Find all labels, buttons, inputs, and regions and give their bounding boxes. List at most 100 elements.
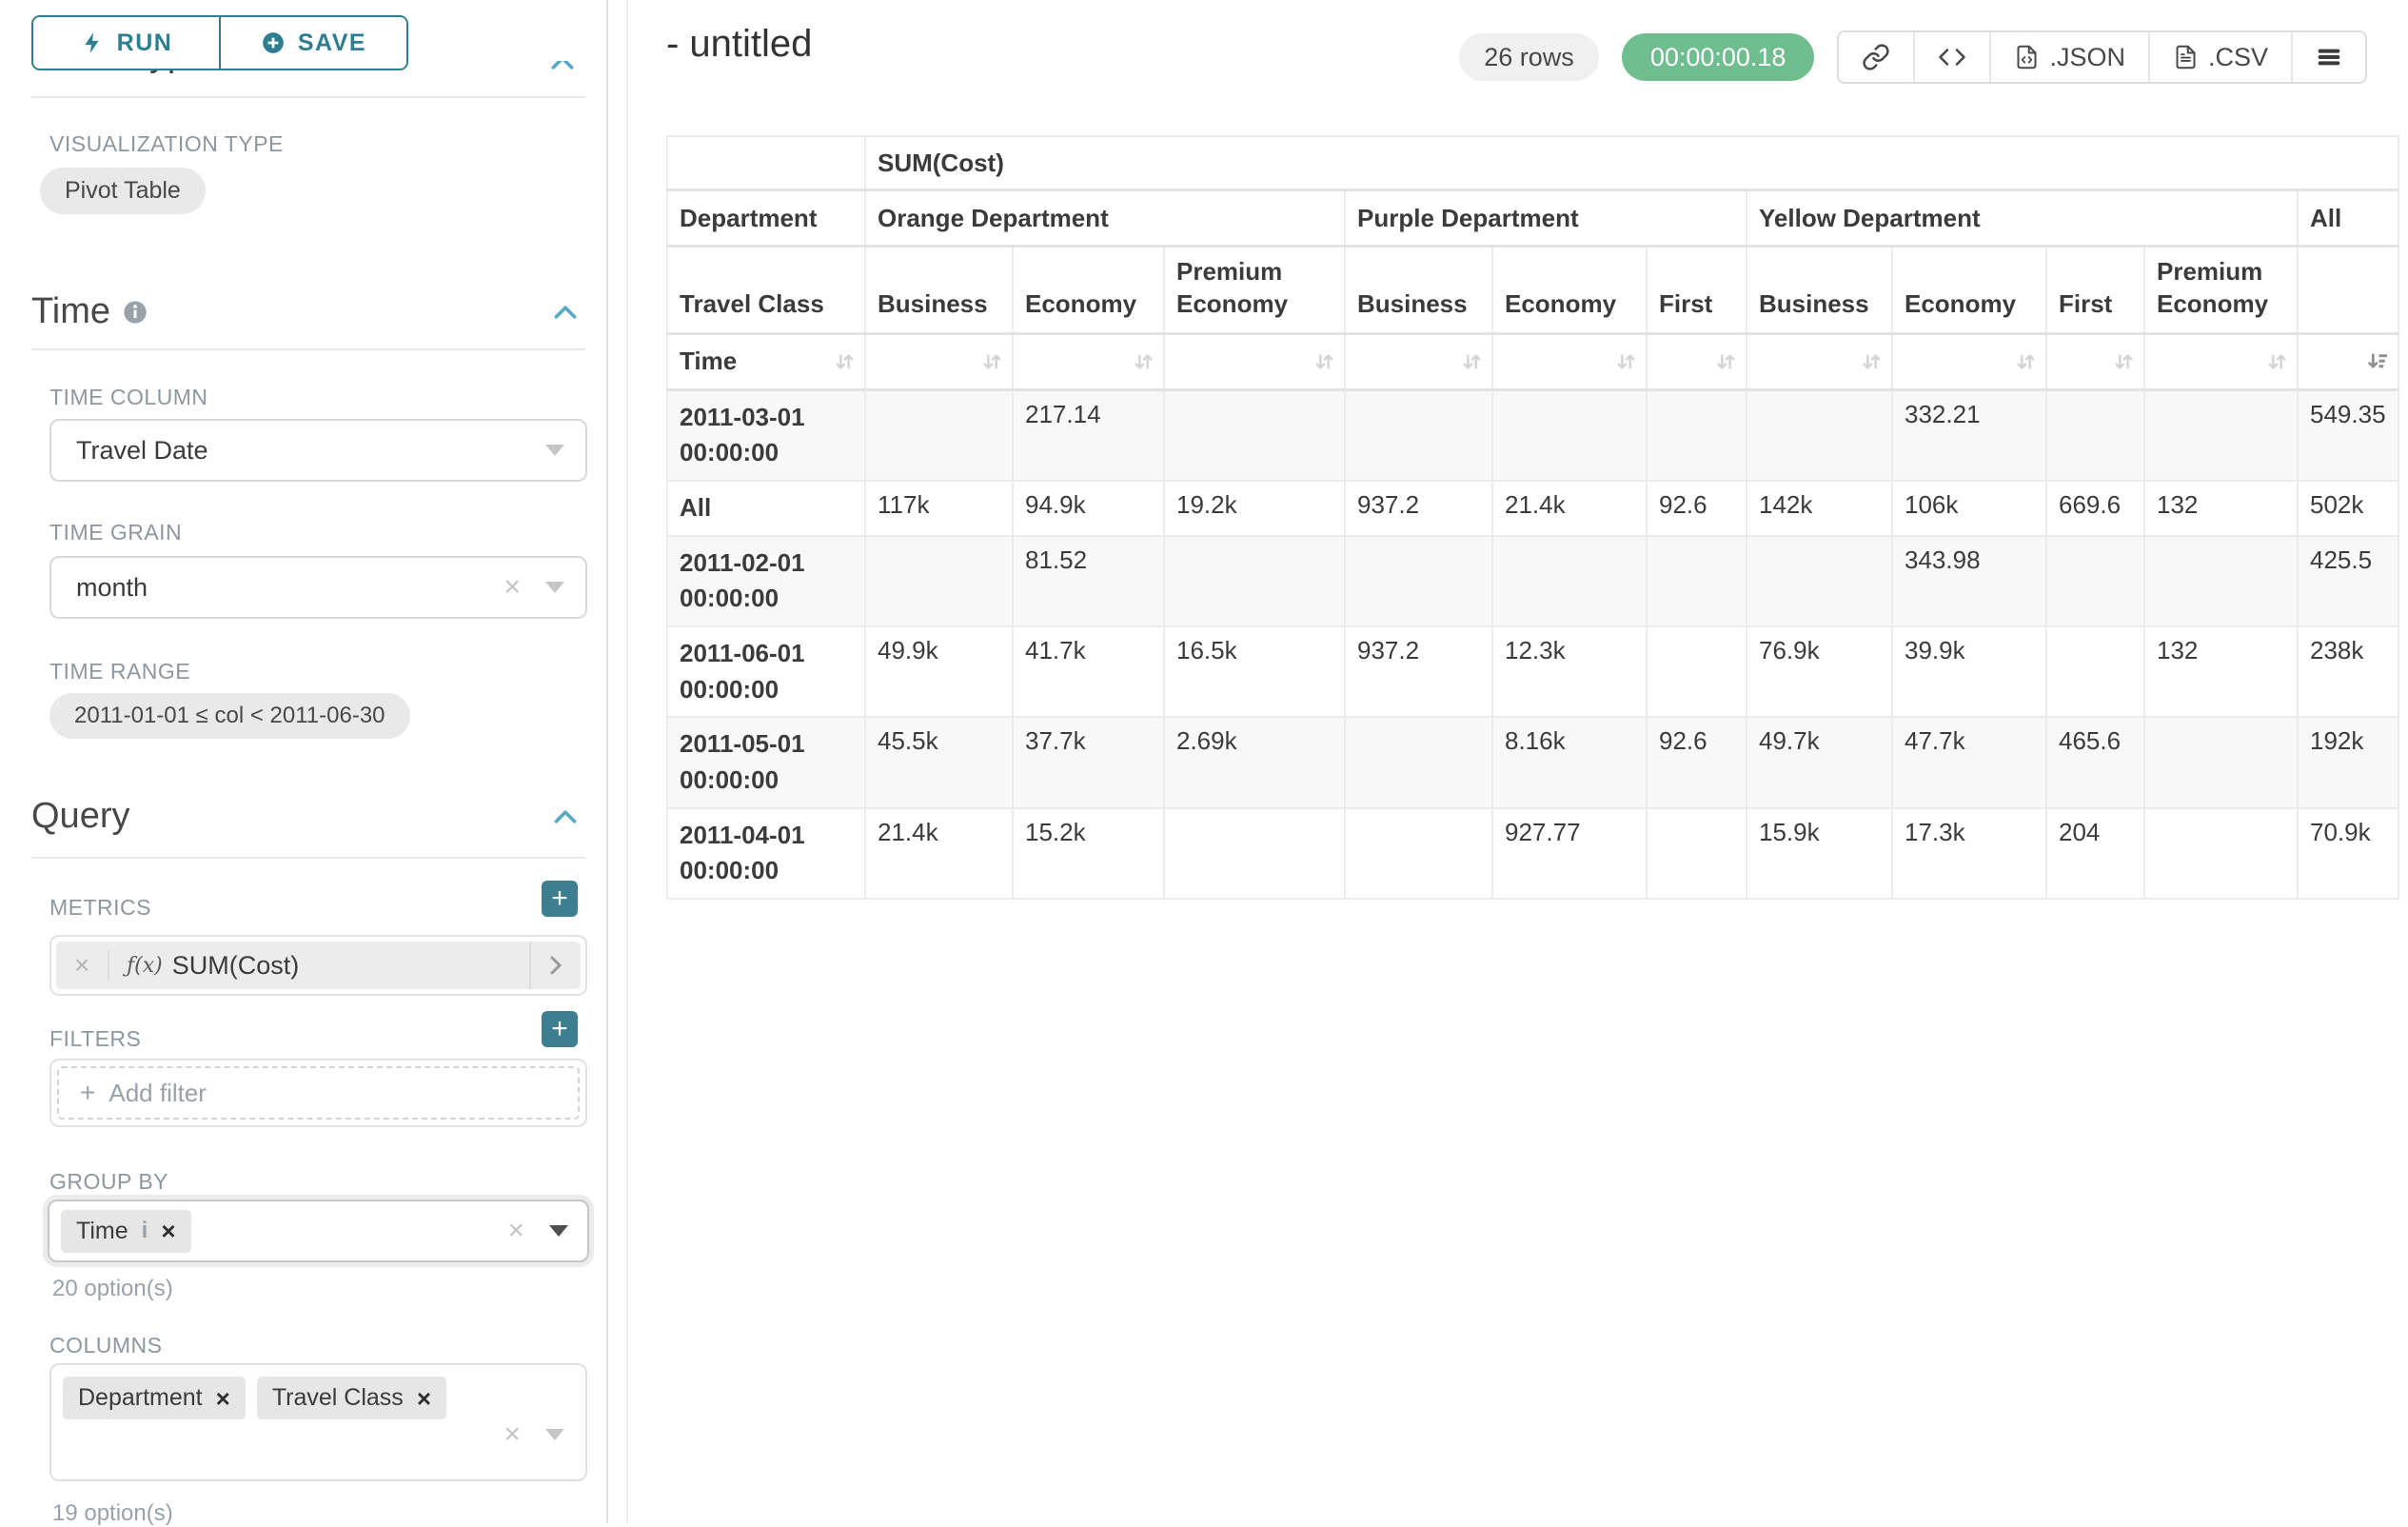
pivot-value-cell xyxy=(1647,808,1747,899)
panel-resize-gutter[interactable] xyxy=(608,0,628,1523)
pivot-value-cell: 132 xyxy=(2144,626,2298,717)
pivot-class-header: First xyxy=(2046,247,2144,334)
filters-label: FILTERS xyxy=(49,1026,141,1052)
time-range-pill[interactable]: 2011-01-01 ≤ col < 2011-06-30 xyxy=(49,693,410,739)
time-range-label: TIME RANGE xyxy=(49,659,190,684)
pivot-sort-cell[interactable] xyxy=(2298,333,2398,389)
export-csv-label: .CSV xyxy=(2208,43,2268,72)
pivot-value-cell: 343.98 xyxy=(1892,536,2046,626)
pivot-sort-cell[interactable] xyxy=(1013,333,1164,389)
pivot-group-header: Purple Department xyxy=(1345,190,1747,247)
time-column-select[interactable]: Travel Date xyxy=(49,419,587,482)
columns-tag[interactable]: Department × xyxy=(63,1377,246,1419)
group-by-select[interactable]: Time i × × xyxy=(48,1200,589,1262)
pivot-value-cell: 16.5k xyxy=(1164,626,1345,717)
view-query-button[interactable] xyxy=(1915,32,1991,82)
divider xyxy=(31,348,585,350)
clear-icon[interactable]: × xyxy=(507,1217,524,1245)
chevron-down-icon xyxy=(545,445,564,456)
export-csv-button[interactable]: .CSV xyxy=(2150,32,2293,82)
pivot-value-cell: 21.4k xyxy=(1492,481,1647,536)
columns-tag[interactable]: Travel Class × xyxy=(257,1377,446,1419)
remove-metric-icon[interactable]: × xyxy=(56,950,109,981)
pivot-value-cell xyxy=(1345,717,1492,807)
pivot-value-cell: 39.9k xyxy=(1892,626,2046,717)
group-by-tag[interactable]: Time i × xyxy=(61,1210,191,1253)
sort-icon[interactable] xyxy=(1132,349,1155,373)
sort-icon[interactable] xyxy=(1460,349,1484,373)
pivot-value-cell: 192k xyxy=(2298,717,2398,807)
file-code-icon xyxy=(2014,43,2040,71)
time-column-label: TIME COLUMN xyxy=(49,385,208,410)
sort-icon[interactable] xyxy=(1313,349,1336,373)
page-title: - untitled xyxy=(666,23,812,66)
pivot-sort-cell[interactable] xyxy=(2046,333,2144,389)
row-time-header: 2011-06-0100:00:00 xyxy=(667,626,865,717)
columns-select[interactable]: Department × Travel Class × × xyxy=(49,1363,587,1481)
pivot-class-header: First xyxy=(1647,247,1747,334)
sort-icon[interactable] xyxy=(980,349,1004,373)
sort-icon[interactable] xyxy=(833,349,857,373)
pivot-sort-cell[interactable] xyxy=(1647,333,1747,389)
collapse-section-icon[interactable] xyxy=(553,305,578,319)
visualization-type-pill[interactable]: Pivot Table xyxy=(40,168,206,214)
pivot-time-sort-header[interactable]: Time xyxy=(667,333,865,389)
metric-pill[interactable]: × ƒ(x) SUM(Cost) xyxy=(56,942,581,989)
pivot-value-cell xyxy=(1345,389,1492,481)
sort-icon[interactable] xyxy=(2014,349,2038,373)
remove-tag-icon[interactable]: × xyxy=(417,1386,431,1411)
pivot-sort-cell[interactable] xyxy=(1747,333,1892,389)
run-save-button-group: RUN SAVE xyxy=(31,15,408,70)
pivot-value-cell: 12.3k xyxy=(1492,626,1647,717)
link-icon xyxy=(1862,43,1890,71)
row-count-badge: 26 rows xyxy=(1459,33,1599,81)
query-section-header: Query xyxy=(31,796,578,837)
pivot-sort-cell[interactable] xyxy=(1164,333,1345,389)
chevron-down-icon xyxy=(545,1429,564,1440)
sort-icon[interactable] xyxy=(2265,349,2289,373)
pivot-sort-cell[interactable] xyxy=(2144,333,2298,389)
add-metric-button[interactable]: + xyxy=(542,881,578,917)
run-button[interactable]: RUN xyxy=(33,17,221,69)
time-range-value: 2011-01-01 ≤ col < 2011-06-30 xyxy=(74,703,385,729)
query-section-title: Query xyxy=(31,796,129,837)
clear-icon[interactable]: × xyxy=(503,1420,521,1449)
pivot-value-cell: 937.2 xyxy=(1345,626,1492,717)
pivot-class-header: Business xyxy=(1747,247,1892,334)
pivot-value-cell xyxy=(1345,536,1492,626)
pivot-value-cell: 45.5k xyxy=(865,717,1013,807)
pivot-sort-cell[interactable] xyxy=(1892,333,2046,389)
add-filter-plus-button[interactable]: + xyxy=(542,1011,578,1047)
export-json-button[interactable]: .JSON xyxy=(1991,32,2150,82)
pivot-group-header: Yellow Department xyxy=(1747,190,2298,247)
pivot-value-cell: 927.77 xyxy=(1492,808,1647,899)
pivot-sort-cell[interactable] xyxy=(865,333,1013,389)
pivot-class-header: Economy xyxy=(1892,247,2046,334)
sort-icon[interactable] xyxy=(1714,349,1738,373)
pivot-value-cell: 47.7k xyxy=(1892,717,2046,807)
row-time-header: 2011-05-0100:00:00 xyxy=(667,717,865,807)
sort-icon[interactable] xyxy=(1860,349,1884,373)
share-link-button[interactable] xyxy=(1839,32,1915,82)
pivot-sort-cell[interactable] xyxy=(1492,333,1647,389)
pivot-value-cell xyxy=(2144,389,2298,481)
save-button[interactable]: SAVE xyxy=(221,17,406,69)
remove-tag-icon[interactable]: × xyxy=(161,1219,175,1243)
pivot-value-cell: 15.9k xyxy=(1747,808,1892,899)
clear-icon[interactable]: × xyxy=(503,573,521,602)
sort-icon[interactable] xyxy=(1614,349,1638,373)
remove-tag-icon[interactable]: × xyxy=(216,1386,230,1411)
menu-icon xyxy=(2316,44,2342,70)
collapse-section-icon[interactable] xyxy=(553,809,578,823)
pivot-value-cell xyxy=(1747,389,1892,481)
expand-metric-icon[interactable] xyxy=(529,942,581,989)
sort-desc-icon[interactable] xyxy=(2366,349,2390,373)
time-grain-select[interactable]: month × xyxy=(49,556,587,619)
visualization-type-label: VISUALIZATION TYPE xyxy=(49,131,284,157)
chart-menu-button[interactable] xyxy=(2293,32,2365,82)
pivot-sort-cell[interactable] xyxy=(1345,333,1492,389)
sort-icon[interactable] xyxy=(2112,349,2136,373)
pivot-value-cell: 94.9k xyxy=(1013,481,1164,536)
row-time-header: 2011-03-0100:00:00 xyxy=(667,389,865,481)
add-filter-button[interactable]: + Add filter xyxy=(57,1066,580,1120)
